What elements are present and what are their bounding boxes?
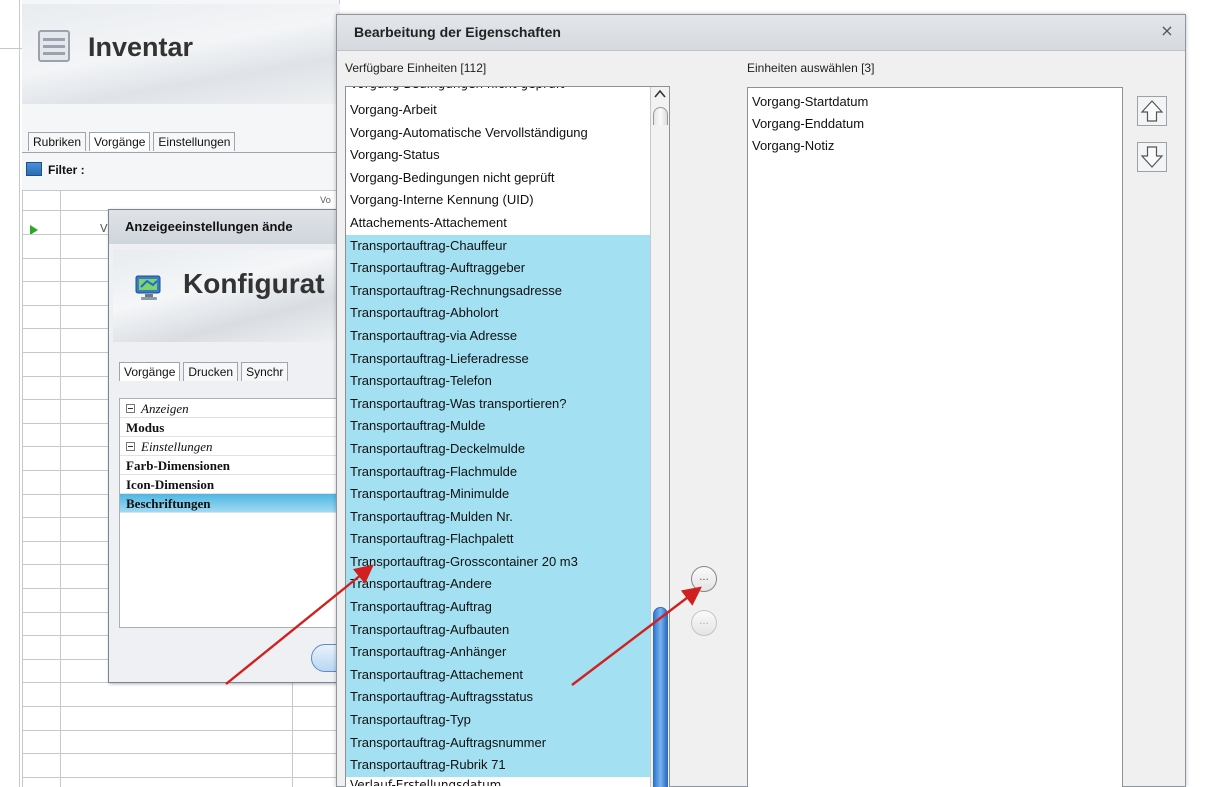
monitor-icon bbox=[135, 275, 161, 300]
available-unit-item[interactable]: Vorgang-Automatische Vervollständigung bbox=[346, 122, 669, 145]
available-list-scrollbar[interactable] bbox=[650, 87, 669, 787]
filter-icon[interactable] bbox=[26, 162, 42, 176]
inventar-tabs: Rubriken Vorgänge Einstellungen bbox=[28, 132, 238, 151]
selected-units-list[interactable]: Vorgang-Startdatum Vorgang-Enddatum Vorgan… bbox=[747, 87, 1123, 787]
available-unit-item[interactable]: Transportauftrag-Abholort bbox=[346, 302, 669, 325]
available-unit-item[interactable]: Vorgang-Arbeit bbox=[346, 99, 669, 122]
filter-bar: Filter : bbox=[22, 160, 340, 180]
grid-row-line bbox=[22, 753, 340, 755]
dialog-title: Bearbeitung der Eigenschaften bbox=[354, 24, 561, 40]
add-unit-button[interactable]: ... bbox=[691, 566, 717, 592]
grid-row-line bbox=[22, 776, 340, 778]
tab-underline bbox=[22, 152, 340, 153]
tab-drucken[interactable]: Drucken bbox=[183, 362, 239, 381]
display-settings-title: Anzeigeeinstellungen ände bbox=[109, 210, 339, 244]
available-unit-item[interactable]: Vorgang-Bedingungen nicht geprüft bbox=[346, 167, 669, 190]
available-unit-item[interactable]: Transportauftrag-Attachement bbox=[346, 663, 669, 687]
available-unit-item[interactable]: Transportauftrag-Flachmulde bbox=[346, 460, 669, 484]
tab-synchronisation[interactable]: Synchr bbox=[241, 362, 289, 381]
display-settings-window: Anzeigeeinstellungen ände Konfigurat Vor… bbox=[108, 209, 371, 683]
property-grid[interactable]: Anzeigen Modus Einstellungen Farb-Dimens… bbox=[119, 398, 339, 628]
available-units-list[interactable]: Vorgang-Bedingungen nicht geprüft Vorgan… bbox=[345, 86, 670, 787]
selected-units-label: Einheiten auswählen [3] bbox=[747, 61, 875, 75]
available-unit-item[interactable]: Transportauftrag-Andere bbox=[346, 573, 669, 597]
available-unit-item[interactable]: Transportauftrag-Aufbauten bbox=[346, 618, 669, 642]
tab-einstellungen[interactable]: Einstellungen bbox=[153, 132, 236, 151]
up-arrow-icon bbox=[1140, 100, 1164, 122]
list-item-partial: Vorgang-Bedingungen nicht geprüft bbox=[346, 87, 669, 99]
tab-rubriken[interactable]: Rubriken bbox=[28, 132, 87, 151]
available-unit-item[interactable]: Transportauftrag-via Adresse bbox=[346, 324, 669, 348]
inventory-icon bbox=[38, 30, 70, 62]
available-unit-item[interactable]: Transportauftrag-Rechnungsadresse bbox=[346, 279, 669, 303]
scrollbar-thumb[interactable] bbox=[653, 607, 668, 787]
available-unit-item[interactable]: Transportauftrag-Anhänger bbox=[346, 641, 669, 664]
available-unit-item[interactable]: Transportauftrag-Mulden Nr. bbox=[346, 505, 669, 529]
settings-tabs: Vorgänge Drucken Synchr bbox=[119, 362, 291, 381]
category-row[interactable]: Anzeigen bbox=[120, 399, 338, 418]
collapse-icon[interactable] bbox=[126, 404, 135, 413]
property-row[interactable]: Icon-Dimension bbox=[120, 475, 338, 494]
available-unit-item[interactable]: Transportauftrag-Rubrik 71 bbox=[346, 754, 669, 777]
column-header-fragment: Vo bbox=[320, 196, 331, 206]
grid-row-line bbox=[22, 729, 340, 731]
available-unit-item[interactable]: Transportauftrag-Lieferadresse bbox=[346, 347, 669, 371]
available-unit-item[interactable]: Transportauftrag-Typ bbox=[346, 709, 669, 732]
tab-vorgaenge[interactable]: Vorgänge bbox=[119, 362, 181, 381]
collapse-icon[interactable] bbox=[126, 442, 135, 451]
dialog-titlebar: Bearbeitung der Eigenschaften × bbox=[337, 15, 1185, 51]
available-units-label: Verfügbare Einheiten [112] bbox=[345, 61, 487, 75]
scroll-up-icon[interactable] bbox=[653, 89, 667, 105]
available-unit-item[interactable]: Transportauftrag-Telefon bbox=[346, 370, 669, 393]
available-unit-item[interactable]: Transportauftrag-Auftraggeber bbox=[346, 257, 669, 280]
inventar-header: Inventar bbox=[22, 4, 340, 104]
available-unit-item[interactable]: Transportauftrag-Was transportieren? bbox=[346, 392, 669, 416]
available-unit-item[interactable]: Transportauftrag-Grosscontainer 20 m3 bbox=[346, 550, 669, 574]
tab-vorgaenge[interactable]: Vorgänge bbox=[89, 132, 151, 151]
selected-unit-item[interactable]: Vorgang-Startdatum bbox=[748, 91, 1122, 113]
configuration-header: Konfigurat bbox=[113, 250, 339, 342]
property-row[interactable]: Modus bbox=[120, 418, 338, 437]
property-row-selected[interactable]: Beschriftungen bbox=[120, 494, 338, 513]
inventar-title: Inventar bbox=[88, 32, 194, 62]
list-item-partial: Verlauf-Erstellungsdatum bbox=[350, 777, 502, 786]
frame-line bbox=[19, 0, 20, 787]
configuration-title: Konfigurat bbox=[183, 268, 325, 299]
available-unit-item[interactable]: Transportauftrag-Chauffeur bbox=[346, 234, 669, 258]
category-label: Einstellungen bbox=[141, 439, 213, 454]
property-row[interactable]: Farb-Dimensionen bbox=[120, 456, 338, 475]
close-icon[interactable]: × bbox=[1157, 21, 1177, 41]
down-arrow-icon bbox=[1140, 146, 1164, 168]
move-up-button[interactable] bbox=[1137, 96, 1167, 126]
available-unit-item[interactable]: Attachements-Attachement bbox=[346, 212, 669, 235]
category-row[interactable]: Einstellungen bbox=[120, 437, 338, 456]
available-unit-item[interactable]: Transportauftrag-Auftrag bbox=[346, 596, 669, 619]
available-unit-item[interactable]: Vorgang-Interne Kennung (UID) bbox=[346, 189, 669, 212]
available-unit-item[interactable]: Vorgang-Status bbox=[346, 144, 669, 167]
grid-row-line bbox=[22, 706, 340, 707]
available-unit-item[interactable]: Transportauftrag-Minimulde bbox=[346, 483, 669, 506]
available-unit-item[interactable]: Transportauftrag-Deckelmulde bbox=[346, 437, 669, 461]
available-unit-item[interactable]: Transportauftrag-Flachpalett bbox=[346, 528, 669, 551]
scrollbar-thumb-cap[interactable] bbox=[653, 107, 668, 125]
available-unit-item[interactable]: Transportauftrag-Auftragsnummer bbox=[346, 731, 669, 755]
move-down-button[interactable] bbox=[1137, 142, 1167, 172]
selected-unit-item[interactable]: Vorgang-Enddatum bbox=[748, 113, 1122, 135]
available-unit-item[interactable]: Transportauftrag-Auftragsstatus bbox=[346, 686, 669, 710]
available-unit-item[interactable]: Transportauftrag-Mulde bbox=[346, 415, 669, 438]
edit-properties-dialog: Bearbeitung der Eigenschaften × Verfügba… bbox=[336, 14, 1186, 787]
filter-label: Filter : bbox=[48, 163, 85, 177]
category-label: Anzeigen bbox=[141, 401, 189, 416]
remove-unit-button[interactable]: ... bbox=[691, 610, 717, 636]
selected-unit-item[interactable]: Vorgang-Notiz bbox=[748, 135, 1122, 157]
